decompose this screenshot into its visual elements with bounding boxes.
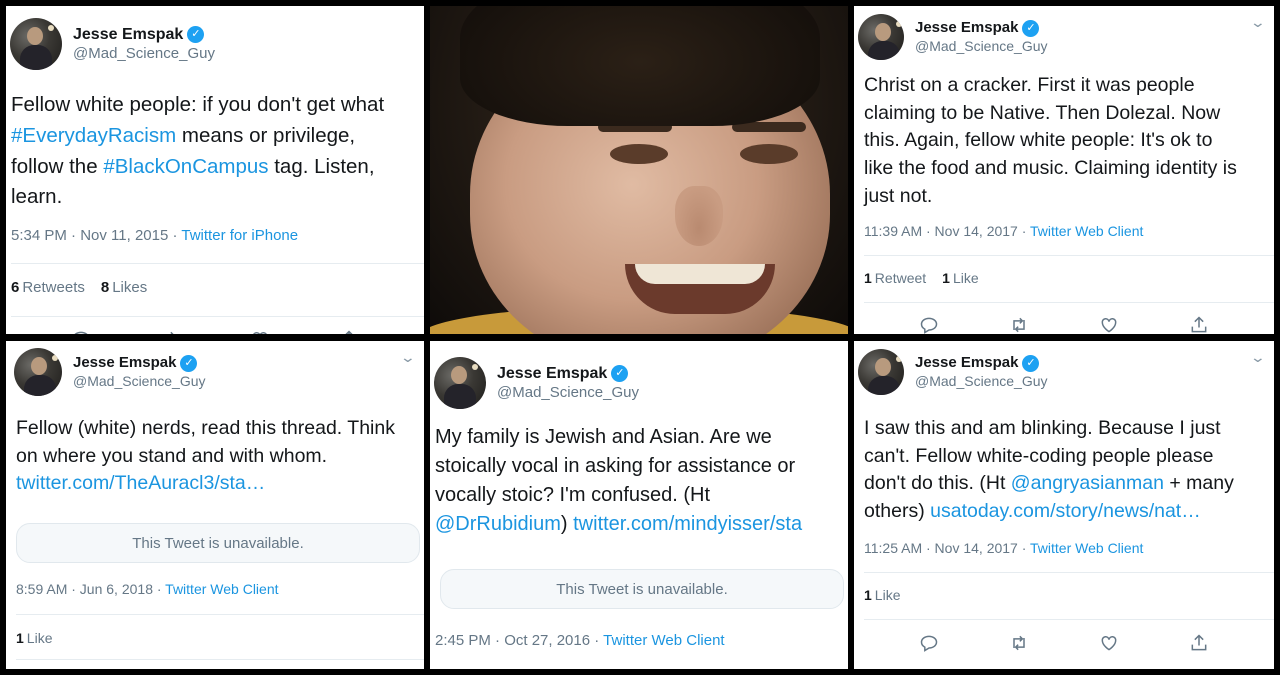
user-name[interactable]: Jesse Emspak bbox=[915, 354, 1018, 372]
share-icon[interactable] bbox=[338, 328, 360, 334]
divider bbox=[864, 619, 1274, 620]
tweet-link[interactable]: twitter.com/mindyisser/sta bbox=[573, 513, 802, 535]
divider bbox=[11, 263, 424, 264]
likes-count[interactable]: 1 Like bbox=[864, 587, 900, 603]
user-name[interactable]: Jesse Emspak bbox=[497, 364, 607, 384]
heart-icon[interactable] bbox=[249, 328, 271, 334]
hashtag-link[interactable]: #BlackOnCampus bbox=[103, 155, 268, 178]
tweet-text: My family is Jewish and Asian. Are we st… bbox=[435, 426, 803, 535]
divider bbox=[864, 572, 1274, 573]
reply-icon[interactable] bbox=[918, 632, 940, 654]
heart-icon[interactable] bbox=[1098, 314, 1120, 334]
likes-count[interactable]: 8 Likes bbox=[101, 279, 147, 296]
retweets-count[interactable]: 1 Retweet bbox=[864, 270, 926, 286]
avatar[interactable] bbox=[14, 348, 62, 396]
share-icon[interactable] bbox=[1188, 314, 1210, 334]
tweet-header: Jesse Emspak ✓ @Mad_Science_Guy bbox=[858, 9, 1048, 65]
tweet-header: Jesse Emspak ✓ @Mad_Science_Guy bbox=[10, 16, 215, 72]
timestamp-link[interactable]: 8:59 AM · Jun 6, 2018 · bbox=[16, 581, 162, 597]
reply-icon[interactable] bbox=[918, 314, 940, 334]
tweet-header: Jesse Emspak ✓ @Mad_Science_Guy bbox=[434, 355, 639, 411]
tweet-text: Fellow (white) nerds, read this thread. … bbox=[16, 417, 395, 495]
user-name[interactable]: Jesse Emspak bbox=[73, 354, 176, 372]
user-handle[interactable]: @Mad_Science_Guy bbox=[497, 384, 639, 402]
mention-link[interactable]: @DrRubidium bbox=[435, 513, 561, 535]
verified-badge-icon: ✓ bbox=[611, 365, 629, 383]
tweet-timestamp: 5:34 PM · Nov 11, 2015 · Twitter for iPh… bbox=[11, 227, 298, 244]
divider bbox=[16, 614, 424, 615]
user-name[interactable]: Jesse Emspak bbox=[73, 25, 183, 45]
user-handle[interactable]: @Mad_Science_Guy bbox=[915, 373, 1048, 390]
timestamp-link[interactable]: 5:34 PM · Nov 11, 2015 · bbox=[11, 227, 177, 244]
user-handle[interactable]: @Mad_Science_Guy bbox=[73, 373, 206, 390]
tweet-card-4: Jesse Emspak ✓ @Mad_Science_Guy My family… bbox=[430, 341, 848, 669]
tweet-stats: 1 Like bbox=[16, 630, 52, 646]
retweet-icon[interactable] bbox=[1008, 632, 1030, 654]
divider bbox=[11, 316, 424, 317]
verified-badge-icon: ✓ bbox=[1022, 19, 1040, 37]
tweet-timestamp: 11:25 AM · Nov 14, 2017 · Twitter Web Cl… bbox=[864, 540, 1143, 556]
chevron-down-icon[interactable]: ⌄ bbox=[1250, 349, 1266, 366]
tweet-header: Jesse Emspak ✓ @Mad_Science_Guy bbox=[14, 344, 206, 400]
retweet-icon[interactable] bbox=[159, 328, 181, 334]
source-link[interactable]: Twitter Web Client bbox=[603, 632, 724, 649]
user-handle[interactable]: @Mad_Science_Guy bbox=[915, 38, 1048, 55]
tweet-timestamp: 11:39 AM · Nov 14, 2017 · Twitter Web Cl… bbox=[864, 223, 1143, 239]
avatar[interactable] bbox=[858, 14, 904, 60]
tweet-actions bbox=[854, 314, 1274, 334]
tweet-card-5: Jesse Emspak ✓ @Mad_Science_Guy ⌄ I saw t… bbox=[854, 341, 1274, 669]
heart-icon[interactable] bbox=[1098, 632, 1120, 654]
retweet-icon[interactable] bbox=[1008, 314, 1030, 334]
likes-count[interactable]: 1 Like bbox=[942, 270, 978, 286]
tweet-stats: 1 Like bbox=[864, 587, 900, 603]
chevron-down-icon[interactable]: ⌄ bbox=[400, 349, 416, 366]
tweet-timestamp: 8:59 AM · Jun 6, 2018 · Twitter Web Clie… bbox=[16, 581, 279, 597]
tweet-card-1: Jesse Emspak ✓ @Mad_Science_Guy Fellow wh… bbox=[6, 6, 424, 334]
divider bbox=[864, 255, 1274, 256]
tweet-stats: 1 Retweet 1 Like bbox=[864, 270, 979, 286]
source-link[interactable]: Twitter Web Client bbox=[1030, 540, 1143, 556]
mention-link[interactable]: @angryasianman bbox=[1011, 472, 1164, 494]
unavailable-quote: This Tweet is unavailable. bbox=[16, 523, 420, 563]
avatar[interactable] bbox=[434, 357, 486, 409]
divider bbox=[16, 659, 424, 660]
tweet-link[interactable]: twitter.com/TheAuracl3/sta… bbox=[16, 472, 265, 494]
divider bbox=[864, 302, 1274, 303]
source-link[interactable]: Twitter Web Client bbox=[1030, 223, 1143, 239]
tweet-actions bbox=[854, 632, 1274, 654]
likes-count[interactable]: 1 Like bbox=[16, 630, 52, 646]
tweet-timestamp: 2:45 PM · Oct 27, 2016 · Twitter Web Cli… bbox=[435, 632, 725, 649]
tweet-stats: 6 Retweets 8 Likes bbox=[11, 279, 147, 296]
avatar[interactable] bbox=[10, 18, 62, 70]
source-link[interactable]: Twitter for iPhone bbox=[181, 227, 298, 244]
timestamp-link[interactable]: 2:45 PM · Oct 27, 2016 · bbox=[435, 632, 599, 649]
tweet-card-3: Jesse Emspak ✓ @Mad_Science_Guy ⌄ Fellow … bbox=[6, 341, 424, 669]
timestamp-link[interactable]: 11:39 AM · Nov 14, 2017 · bbox=[864, 223, 1026, 239]
source-link[interactable]: Twitter Web Client bbox=[165, 581, 278, 597]
reply-icon[interactable] bbox=[70, 328, 92, 334]
tweet-header: Jesse Emspak ✓ @Mad_Science_Guy bbox=[858, 344, 1048, 400]
retweets-count[interactable]: 6 Retweets bbox=[11, 279, 85, 296]
verified-badge-icon: ✓ bbox=[187, 26, 205, 44]
tweet-actions bbox=[6, 328, 424, 334]
unavailable-quote: This Tweet is unavailable. bbox=[440, 569, 844, 609]
user-name[interactable]: Jesse Emspak bbox=[915, 19, 1018, 37]
tweet-text: I saw this and am blinking. Because I ju… bbox=[864, 417, 1234, 523]
tweet-card-2: Jesse Emspak ✓ @Mad_Science_Guy ⌄ Christ … bbox=[854, 6, 1274, 334]
hashtag-link[interactable]: #EverydayRacism bbox=[11, 124, 176, 147]
timestamp-link[interactable]: 11:25 AM · Nov 14, 2017 · bbox=[864, 540, 1026, 556]
verified-badge-icon: ✓ bbox=[1022, 354, 1040, 372]
article-link[interactable]: usatoday.com/story/news/nat… bbox=[930, 500, 1201, 522]
chevron-down-icon[interactable]: ⌄ bbox=[1250, 14, 1266, 31]
verified-badge-icon: ✓ bbox=[180, 354, 198, 372]
share-icon[interactable] bbox=[1188, 632, 1210, 654]
user-handle[interactable]: @Mad_Science_Guy bbox=[73, 45, 215, 63]
profile-photo bbox=[430, 6, 848, 334]
avatar[interactable] bbox=[858, 349, 904, 395]
tweet-text: Christ on a cracker. First it was people… bbox=[864, 74, 1237, 207]
tweet-text: Fellow white people: if you don't get wh… bbox=[11, 93, 385, 209]
